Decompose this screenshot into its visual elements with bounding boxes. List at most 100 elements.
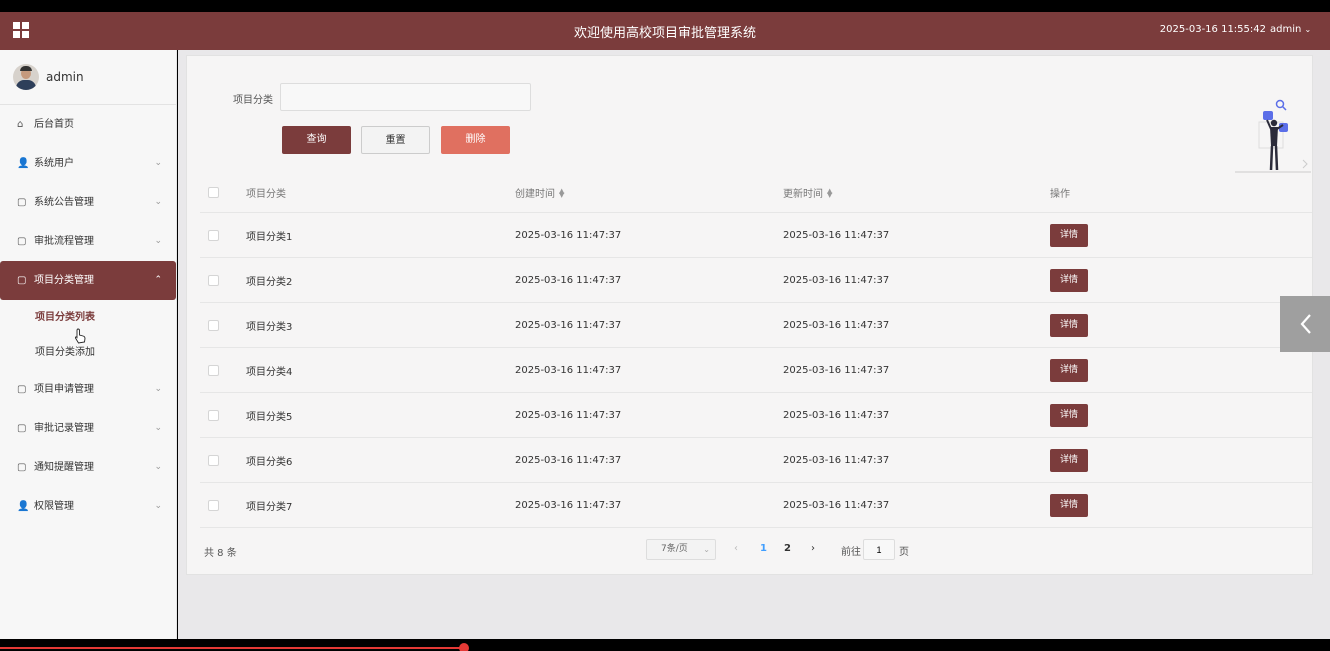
sort-icon[interactable]: ▲ ▼ — [559, 187, 565, 198]
next-page-button[interactable]: › — [811, 543, 815, 554]
header-updated-time[interactable]: 更新时间 ▲ ▼ — [783, 173, 833, 212]
document-icon: ▢ — [17, 423, 27, 434]
detail-button[interactable]: 详情 — [1050, 268, 1088, 292]
cell-operation: 详情 — [1050, 348, 1088, 392]
row-select-cell[interactable] — [208, 483, 219, 527]
sidebar-menu: ⌂ 后台首页 👤 系统用户 ⌄ ▢ 系统公告管理 ⌄ ▢ 审批流程管理 ⌄ ▢ … — [0, 105, 176, 526]
header-operation: 操作 — [1050, 189, 1070, 200]
cell-operation: 详情 — [1050, 303, 1088, 347]
cell-category: 项目分类4 — [246, 366, 293, 378]
sidebar-item-system-users[interactable]: 👤 系统用户 ⌄ — [0, 144, 176, 183]
video-progress-bar[interactable] — [0, 647, 463, 649]
sidebar-item-approval-records[interactable]: ▢ 审批记录管理 ⌄ — [0, 409, 176, 448]
delete-button[interactable]: 删除 — [441, 126, 510, 154]
detail-button[interactable]: 详情 — [1050, 448, 1088, 472]
row-checkbox[interactable] — [208, 229, 219, 241]
avatar — [13, 64, 39, 90]
sort-icon[interactable]: ▲ ▼ — [827, 187, 833, 198]
row-checkbox[interactable] — [208, 364, 219, 376]
row-select-cell[interactable] — [208, 438, 219, 482]
header-created-time[interactable]: 创建时间 ▲ ▼ — [515, 173, 565, 212]
document-icon: ▢ — [17, 197, 27, 208]
sidebar-item-label: 通知提醒管理 — [34, 462, 94, 473]
select-all-cell[interactable] — [208, 173, 219, 212]
detail-button[interactable]: 详情 — [1050, 403, 1088, 427]
cell-operation: 详情 — [1050, 213, 1088, 257]
video-progress-handle[interactable] — [459, 643, 469, 651]
detail-button[interactable]: 详情 — [1050, 493, 1088, 517]
filter-label: 项目分类 — [233, 95, 273, 106]
cell-created-time: 2025-03-16 11:47:37 — [515, 454, 622, 466]
reset-button[interactable]: 重置 — [361, 126, 430, 154]
sidebar-item-label: 后台首页 — [34, 119, 74, 130]
row-select-cell[interactable] — [208, 213, 219, 257]
chevron-up-icon: ⌃ — [154, 275, 162, 285]
detail-button[interactable]: 详情 — [1050, 313, 1088, 337]
content-panel: 项目分类 查询 重置 删除 项目分类 创建时间 ▲ ▼ 更新时间 ▲ ▼ 操作 … — [186, 55, 1313, 575]
cell-updated-time: 2025-03-16 11:47:37 — [783, 454, 890, 466]
cell-category: 项目分类6 — [246, 456, 293, 468]
sidebar-item-label: 审批记录管理 — [34, 423, 94, 434]
cell-created-time: 2025-03-16 11:47:37 — [515, 229, 622, 241]
row-select-cell[interactable] — [208, 348, 219, 392]
sidebar-item-permissions[interactable]: 👤 权限管理 ⌄ — [0, 487, 176, 526]
document-icon: ▢ — [17, 236, 27, 247]
goto-label: 前往 — [841, 547, 861, 558]
detail-button[interactable]: 详情 — [1050, 223, 1088, 247]
row-checkbox[interactable] — [208, 319, 219, 331]
total-count: 共 8 条 — [204, 548, 237, 559]
row-select-cell[interactable] — [208, 303, 219, 347]
chevron-down-icon: ⌄ — [154, 501, 162, 511]
current-datetime: 2025-03-16 11:55:42 — [1159, 24, 1266, 35]
detail-button[interactable]: 详情 — [1050, 358, 1088, 382]
profile-username: admin — [46, 70, 84, 84]
category-search-input[interactable] — [280, 83, 531, 111]
sidebar-item-project-category[interactable]: ▢ 项目分类管理 ⌃ — [0, 261, 176, 300]
query-button[interactable]: 查询 — [282, 126, 351, 154]
table-row: 项目分类1 2025-03-16 11:47:37 2025-03-16 11:47… — [200, 213, 1312, 258]
sidebar-subitem-category-list[interactable]: 项目分类列表 — [0, 300, 176, 335]
cell-updated-time: 2025-03-16 11:47:37 — [783, 319, 890, 331]
sidebar-item-home[interactable]: ⌂ 后台首页 — [0, 105, 176, 144]
row-select-cell[interactable] — [208, 393, 219, 437]
document-icon: ▢ — [17, 462, 27, 473]
sidebar-subitem-category-add[interactable]: 项目分类添加 — [0, 335, 176, 370]
row-checkbox[interactable] — [208, 274, 219, 286]
cell-updated-time: 2025-03-16 11:47:37 — [783, 364, 890, 376]
cell-created-time: 2025-03-16 11:47:37 — [515, 319, 622, 331]
cell-category: 项目分类5 — [246, 411, 293, 423]
page-size-select[interactable]: 7条/页 ⌄ — [646, 539, 716, 560]
row-checkbox[interactable] — [208, 454, 219, 466]
cell-category: 项目分类1 — [246, 231, 293, 243]
user-dropdown[interactable]: admin ⌄ — [1270, 24, 1328, 35]
goto-page-input[interactable] — [863, 539, 895, 560]
chevron-down-icon: ⌄ — [1304, 25, 1312, 34]
row-checkbox[interactable] — [208, 499, 219, 511]
user-icon: 👤 — [17, 158, 30, 169]
sidebar-item-announcements[interactable]: ▢ 系统公告管理 ⌄ — [0, 183, 176, 222]
cell-updated-time: 2025-03-16 11:47:37 — [783, 229, 890, 241]
page-suffix: 页 — [899, 547, 909, 558]
cell-category: 项目分类2 — [246, 276, 293, 288]
hand-cursor-icon — [74, 328, 86, 344]
chevron-down-icon: ⌄ — [154, 236, 162, 246]
sidebar-item-notifications[interactable]: ▢ 通知提醒管理 ⌄ — [0, 448, 176, 487]
chevron-down-icon: ⌄ — [154, 462, 162, 472]
page-2-button[interactable]: 2 — [784, 543, 791, 554]
home-icon: ⌂ — [17, 119, 24, 130]
sidebar-item-label: 系统公告管理 — [34, 197, 94, 208]
main-content: 项目分类 查询 重置 删除 项目分类 创建时间 ▲ ▼ 更新时间 ▲ ▼ 操作 … — [178, 50, 1330, 639]
page-1-button[interactable]: 1 — [760, 543, 767, 554]
prev-page-button[interactable]: ‹ — [734, 543, 738, 554]
row-select-cell[interactable] — [208, 258, 219, 302]
sidebar-item-approval-flow[interactable]: ▢ 审批流程管理 ⌄ — [0, 222, 176, 261]
collapse-panel-button[interactable] — [1280, 296, 1330, 352]
select-all-checkbox[interactable] — [208, 187, 219, 198]
table-row: 项目分类2 2025-03-16 11:47:37 2025-03-16 11:47… — [200, 258, 1312, 303]
table-row: 项目分类4 2025-03-16 11:47:37 2025-03-16 11:47… — [200, 348, 1312, 393]
chevron-down-icon: ⌄ — [154, 423, 162, 433]
row-checkbox[interactable] — [208, 409, 219, 421]
cell-created-time: 2025-03-16 11:47:37 — [515, 364, 622, 376]
document-icon: ▢ — [17, 275, 27, 286]
sidebar-item-project-application[interactable]: ▢ 项目申请管理 ⌄ — [0, 370, 176, 409]
